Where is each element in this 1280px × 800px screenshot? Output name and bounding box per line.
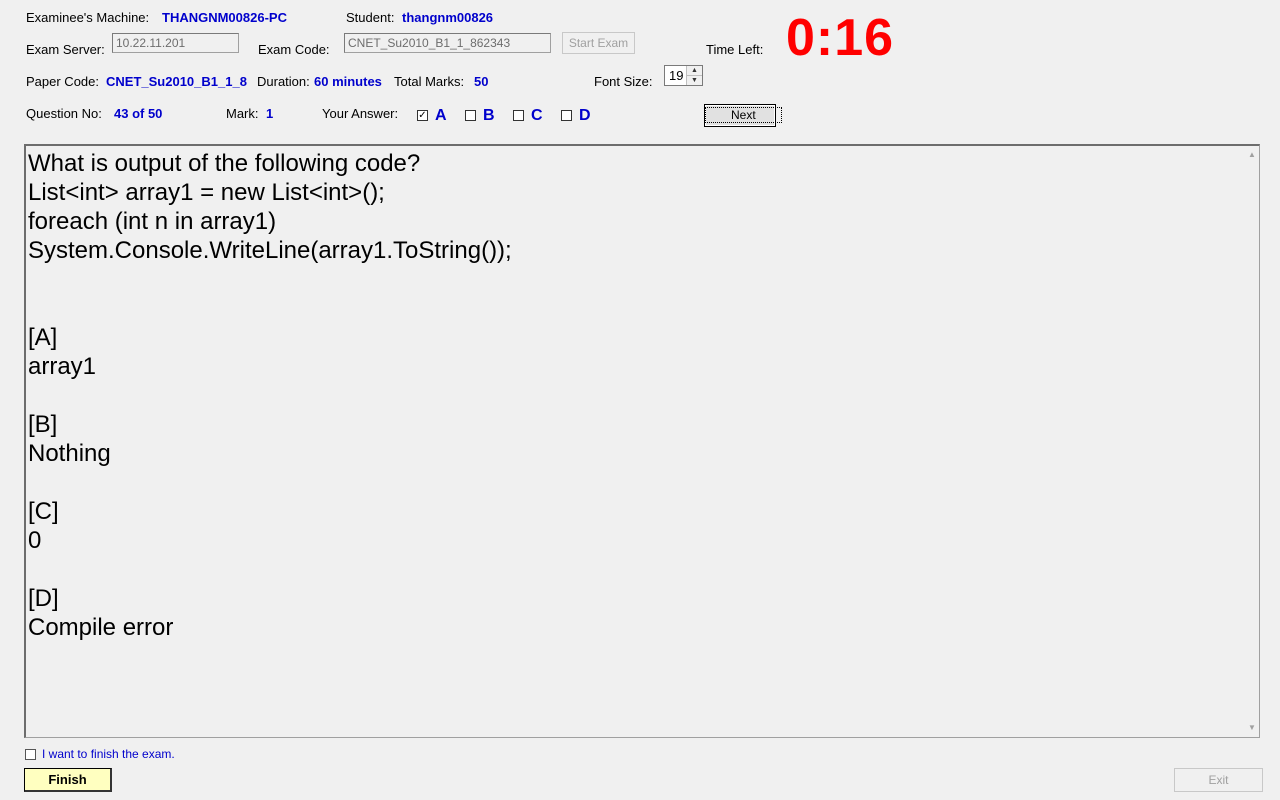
exam-code-label: Exam Code: <box>258 42 330 57</box>
answer-a-label[interactable]: A <box>435 107 447 125</box>
scroll-down-icon[interactable]: ▼ <box>1245 721 1259 735</box>
machine-value: THANGNM00826-PC <box>162 10 287 25</box>
next-button-label: Next <box>705 107 782 123</box>
exam-server-label: Exam Server: <box>26 42 105 57</box>
finish-button[interactable]: Finish <box>24 768 112 792</box>
duration-value: 60 minutes <box>314 74 382 89</box>
start-exam-button[interactable]: Start Exam <box>562 32 635 54</box>
mark-value: 1 <box>266 106 274 121</box>
exit-button[interactable]: Exit <box>1174 768 1263 792</box>
student-value: thangnm00826 <box>402 10 494 25</box>
answer-c-checkbox[interactable] <box>513 110 524 121</box>
finish-exam-label[interactable]: I want to finish the exam. <box>42 747 175 761</box>
paper-code-label: Paper Code: <box>26 74 99 89</box>
total-marks-value: 50 <box>474 74 489 89</box>
answer-c-label[interactable]: C <box>531 107 543 125</box>
scroll-up-icon[interactable]: ▲ <box>1245 148 1259 162</box>
question-content[interactable]: What is output of the following code? Li… <box>24 144 1260 738</box>
finish-exam-checkbox[interactable] <box>25 749 36 760</box>
check-icon: ✓ <box>418 110 427 121</box>
answer-d-label[interactable]: D <box>579 107 591 125</box>
question-no-value: 43 of 50 <box>114 106 163 121</box>
time-left-label: Time Left: <box>706 42 764 57</box>
student-label: Student: <box>346 10 395 25</box>
total-marks-label: Total Marks: <box>394 74 465 89</box>
mark-label: Mark: <box>226 106 259 121</box>
font-size-value[interactable]: 19 <box>669 68 683 83</box>
answer-d-checkbox[interactable] <box>561 110 572 121</box>
answer-b-label[interactable]: B <box>483 107 495 125</box>
duration-label: Duration: <box>257 74 310 89</box>
time-left-value: 0:16 <box>786 9 895 67</box>
paper-code-value: CNET_Su2010_B1_1_8 <box>106 74 247 89</box>
your-answer-label: Your Answer: <box>322 106 399 121</box>
machine-label: Examinee's Machine: <box>26 10 150 25</box>
question-text: What is output of the following code? Li… <box>28 150 512 641</box>
spin-buttons[interactable]: ▲ ▼ <box>686 66 702 85</box>
question-no-label: Question No: <box>26 106 102 121</box>
next-button[interactable]: Next <box>704 104 782 127</box>
vertical-scrollbar[interactable]: ▲ ▼ <box>1245 146 1259 737</box>
exam-code-field: CNET_Su2010_B1_1_862343 <box>344 33 551 53</box>
answer-b-checkbox[interactable] <box>465 110 476 121</box>
exam-server-field: 10.22.11.201 <box>112 33 239 53</box>
font-size-spinner[interactable]: 19 ▲ ▼ <box>664 65 703 86</box>
answer-a-checkbox[interactable]: ✓ <box>417 110 428 121</box>
spin-up-icon[interactable]: ▲ <box>687 66 702 76</box>
font-size-label: Font Size: <box>594 74 653 89</box>
spin-down-icon[interactable]: ▼ <box>687 76 702 85</box>
